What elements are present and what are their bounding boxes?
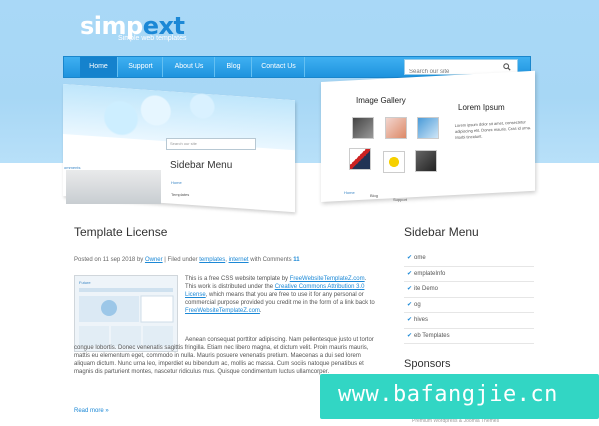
read-more-link[interactable]: Read more » [74,408,109,414]
preview-sidebar-link: Home [171,180,182,185]
watermark-banner: www.bafangjie.cn [320,374,599,419]
template-site-link[interactable]: FreeWebsiteTemplateZ.com [185,308,260,314]
site-tagline: Simple web templates [118,35,187,42]
sidebar-item[interactable]: ✔ og [404,298,534,313]
post-title: Template License [74,225,168,239]
post-text: . [259,308,262,314]
preview-footer-link: Home [344,190,355,195]
gallery-thumb [415,150,437,172]
preview-sidebar-title: Sidebar Menu [170,160,233,171]
sidebar-item[interactable]: ✔ hives [404,313,534,329]
gallery-thumb [383,151,405,173]
post-paragraph-2: Aenean consequat porttitor adipiscing. N… [74,337,374,375]
preview-footer-link: Support [393,197,408,202]
sidebar-item-label: ome [414,255,426,261]
preview-gallery-title: Image Gallery [356,96,406,105]
post-meta-filed: | Filed under [164,257,198,263]
check-icon: ✔ [407,332,413,339]
preview-room-image [66,170,161,204]
post-meta-with: with Comments [250,257,292,263]
sidebar-item-label: eb Templates [414,332,450,339]
preview-comments-link: omments [64,165,81,170]
check-icon: ✔ [407,301,413,308]
svg-text:Future: Future [79,280,91,285]
preview-footer-link: Blog [370,193,379,198]
comments-count[interactable]: 11 [293,257,299,263]
preview-lorem-title: Lorem Ipsum [458,103,505,112]
nav-item-support[interactable]: Support [119,57,163,77]
check-icon: ✔ [407,255,413,261]
search-icon[interactable] [503,63,511,71]
nav-item-home[interactable]: Home [80,57,118,77]
sidebar-item-label: hives [414,317,429,323]
category-link[interactable]: templates [199,257,225,263]
post-text: , which means that you are free to use i… [185,292,375,306]
template-site-link[interactable]: FreeWebsiteTemplateZ.com [290,276,365,282]
check-icon: ✔ [407,286,413,292]
watermark-text: www.bafangjie.cn [338,382,558,407]
post-paragraph-1: This is a free CSS website template by F… [185,275,375,315]
nav-item-blog[interactable]: Blog [216,57,252,77]
sidebar-item-label: emplateInfo [414,270,446,277]
post-text: This is a free CSS website template by [185,276,290,282]
preview-sidebar-link: Templates [171,192,190,197]
sidebar-item[interactable]: ✔ ome [404,251,534,267]
sidebar-menu: ✔ ome ✔ emplateInfo ✔ ite Demo ✔ og ✔ hives ✔… [404,251,534,344]
preview-search-input: Search our site [166,138,256,150]
sidebar-item[interactable]: ✔ emplateInfo [404,267,534,282]
gallery-thumb [349,148,371,170]
gallery-thumb [352,117,374,139]
category-link[interactable]: internet [229,257,249,263]
post-meta: Posted on 11 sep 2018 by Owner | Filed u… [74,257,300,263]
gallery-thumb [385,117,407,139]
sponsors-title: Sponsors [404,358,451,370]
check-icon: ✔ [407,317,413,323]
sidebar-item[interactable]: ✔ ite Demo [404,282,534,298]
nav-item-contact-us[interactable]: Contact Us [253,57,305,77]
post-meta-prefix: Posted on 11 sep 2018 by [74,257,144,263]
nav-item-about-us[interactable]: About Us [164,57,215,77]
post-author-link[interactable]: Owner [145,257,163,263]
sidebar-item-label: ite Demo [414,286,439,292]
sidebar-item-label: og [414,301,421,308]
sidebar-item[interactable]: ✔ eb Templates [404,329,534,344]
check-icon: ✔ [407,270,413,277]
sidebar-title: Sidebar Menu [404,225,479,239]
gallery-thumb [417,117,439,139]
